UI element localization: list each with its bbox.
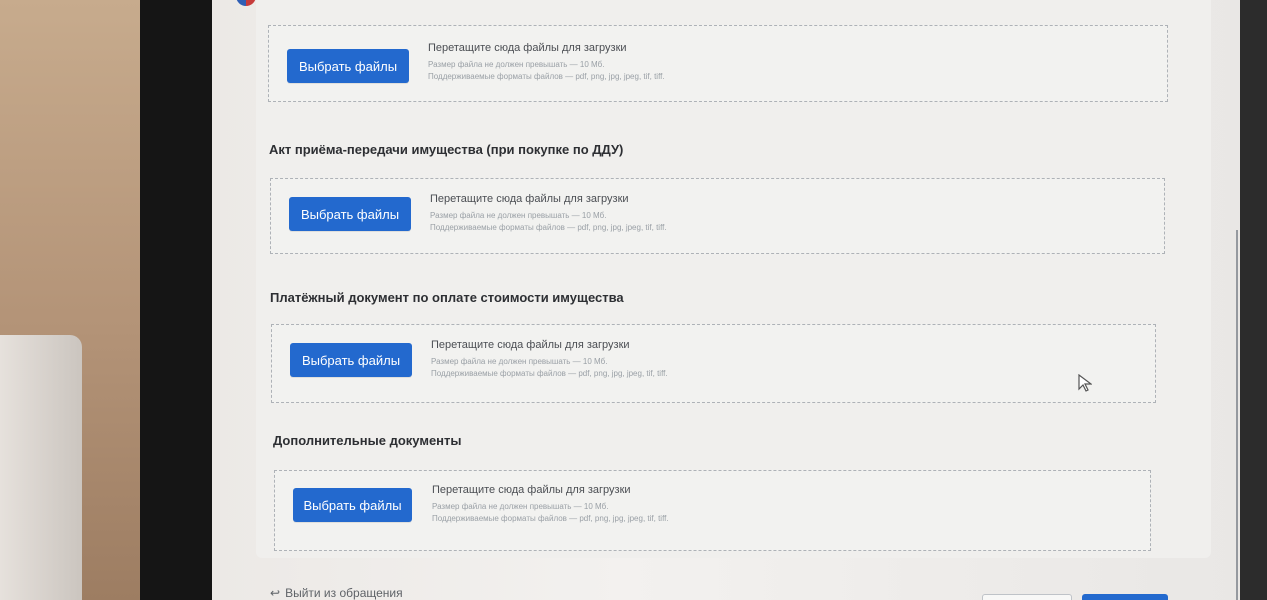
select-files-button-3[interactable]: Выбрать файлы: [290, 343, 412, 377]
dropzone-text-1: Перетащите сюда файлы для загрузки Разме…: [428, 41, 665, 83]
primary-action-button[interactable]: [1082, 594, 1168, 600]
upload-dropzone-1[interactable]: Выбрать файлы Перетащите сюда файлы для …: [268, 25, 1168, 102]
mouse-pointer-icon: [1078, 374, 1092, 392]
dropzone-text-3: Перетащите сюда файлы для загрузки Разме…: [431, 338, 668, 380]
drop-title: Перетащите сюда файлы для загрузки: [431, 339, 630, 351]
exit-request-link[interactable]: ↩ Выйти из обращения: [270, 586, 403, 600]
upload-dropzone-3[interactable]: Выбрать файлы Перетащите сюда файлы для …: [271, 324, 1156, 403]
section-heading-acceptance-act: Акт приёма-передачи имущества (при покуп…: [269, 142, 624, 157]
file-size-note: Размер файла не должен превышать — 10 Мб…: [428, 60, 605, 69]
file-format-note: Поддерживаемые форматы файлов — pdf, png…: [430, 223, 667, 232]
select-files-button-1[interactable]: Выбрать файлы: [287, 49, 409, 83]
drop-title: Перетащите сюда файлы для загрузки: [430, 193, 629, 205]
drop-title: Перетащите сюда файлы для загрузки: [428, 42, 627, 54]
file-format-note: Поддерживаемые форматы файлов — pdf, png…: [431, 369, 668, 378]
document-upload-card: Выбрать файлы Перетащите сюда файлы для …: [256, 0, 1211, 558]
file-size-note: Размер файла не должен превышать — 10 Мб…: [432, 502, 609, 511]
file-format-note: Поддерживаемые форматы файлов — pdf, png…: [432, 514, 669, 523]
desk-object: [0, 335, 82, 600]
dropzone-text-4: Перетащите сюда файлы для загрузки Разме…: [432, 483, 669, 525]
logo-icon: [236, 0, 256, 6]
file-format-note: Поддерживаемые форматы файлов — pdf, png…: [428, 72, 665, 81]
section-heading-additional-documents: Дополнительные документы: [273, 433, 462, 448]
section-heading-payment-document: Платёжный документ по оплате стоимости и…: [270, 290, 624, 305]
select-files-button-4[interactable]: Выбрать файлы: [293, 488, 412, 522]
scrollbar-track[interactable]: [1236, 230, 1238, 600]
browser-screen: Выбрать файлы Перетащите сюда файлы для …: [212, 0, 1242, 600]
file-size-note: Размер файла не должен превышать — 10 Мб…: [431, 357, 608, 366]
upload-dropzone-4[interactable]: Выбрать файлы Перетащите сюда файлы для …: [274, 470, 1151, 551]
exit-request-label: Выйти из обращения: [285, 586, 403, 600]
select-files-button-2[interactable]: Выбрать файлы: [289, 197, 411, 231]
dropzone-text-2: Перетащите сюда файлы для загрузки Разме…: [430, 192, 667, 234]
upload-dropzone-2[interactable]: Выбрать файлы Перетащите сюда файлы для …: [270, 178, 1165, 254]
logout-icon: ↩: [270, 586, 281, 600]
monitor-edge: [1240, 0, 1267, 600]
secondary-action-button[interactable]: [982, 594, 1072, 600]
file-size-note: Размер файла не должен превышать — 10 Мб…: [430, 211, 607, 220]
drop-title: Перетащите сюда файлы для загрузки: [432, 484, 631, 496]
